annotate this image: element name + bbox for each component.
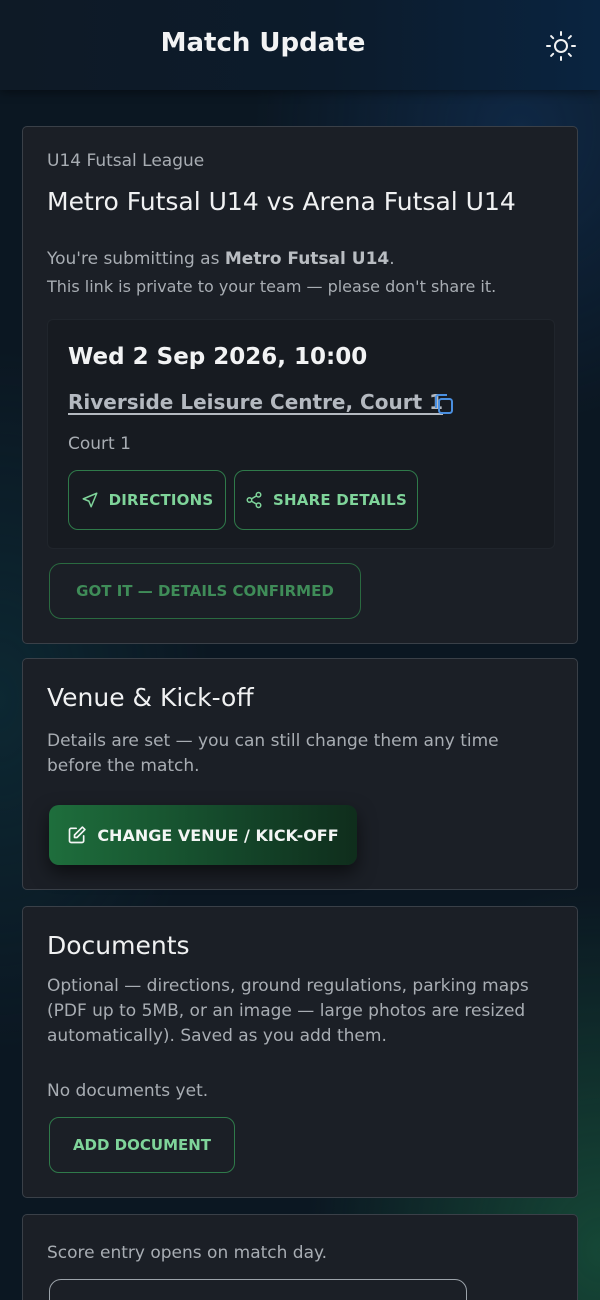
share-details-button[interactable]: SHARE DETAILS (234, 470, 418, 530)
change-venue-label: CHANGE VENUE / KICK-OFF (97, 825, 339, 845)
court-text: Court 1 (68, 434, 131, 454)
top-bar: Match Update (0, 0, 600, 90)
add-document-button[interactable]: ADD DOCUMENT (49, 1117, 235, 1173)
submitting-as-text: You're submitting as Metro Futsal U14. (47, 249, 395, 269)
submitting-suffix: . (389, 249, 395, 269)
match-card: U14 Futsal League Metro Futsal U14 vs Ar… (22, 126, 578, 644)
directions-label: DIRECTIONS (108, 491, 214, 509)
directions-button[interactable]: DIRECTIONS (68, 470, 226, 530)
venue-kickoff-card: Venue & Kick-off Details are set — you c… (22, 658, 578, 890)
documents-description: Optional — directions, ground regulation… (47, 976, 529, 1046)
match-details-box: Wed 2 Sep 2026, 10:00 Riverside Leisure … (47, 319, 555, 549)
share-icon (246, 491, 262, 509)
score-card: Score entry opens on match day. (22, 1214, 578, 1300)
share-details-label: SHARE DETAILS (273, 491, 407, 509)
private-link-note: This link is private to your team — plea… (47, 277, 497, 296)
venue-link[interactable]: Riverside Leisure Centre, Court 1 (68, 390, 443, 414)
copy-venue-button[interactable] (432, 392, 458, 418)
sun-icon (546, 31, 576, 61)
submitting-team: Metro Futsal U14 (224, 249, 390, 269)
edit-icon (68, 826, 87, 844)
venue-section-title: Venue & Kick-off (47, 683, 254, 712)
page-title: Match Update (160, 28, 366, 58)
change-venue-button[interactable]: CHANGE VENUE / KICK-OFF (49, 805, 357, 865)
venue-section-text: Details are set — you can still change t… (47, 731, 499, 776)
confirm-details-button[interactable]: GOT IT — DETAILS CONFIRMED (49, 563, 361, 619)
submitting-prefix: You're submitting as (47, 249, 225, 269)
documents-title: Documents (47, 931, 190, 960)
documents-card: Documents Optional — directions, ground … (22, 906, 578, 1198)
no-documents-text: No documents yet. (47, 1081, 209, 1101)
theme-toggle-button[interactable] (542, 27, 580, 65)
score-entry-button[interactable] (49, 1279, 467, 1300)
navigation-arrow-icon (82, 492, 98, 508)
kickoff-datetime: Wed 2 Sep 2026, 10:00 (68, 344, 368, 370)
score-entry-text: Score entry opens on match day. (47, 1243, 328, 1263)
match-title: Metro Futsal U14 vs Arena Futsal U14 (47, 187, 516, 216)
copy-icon (435, 394, 453, 414)
league-name: U14 Futsal League (47, 151, 205, 171)
